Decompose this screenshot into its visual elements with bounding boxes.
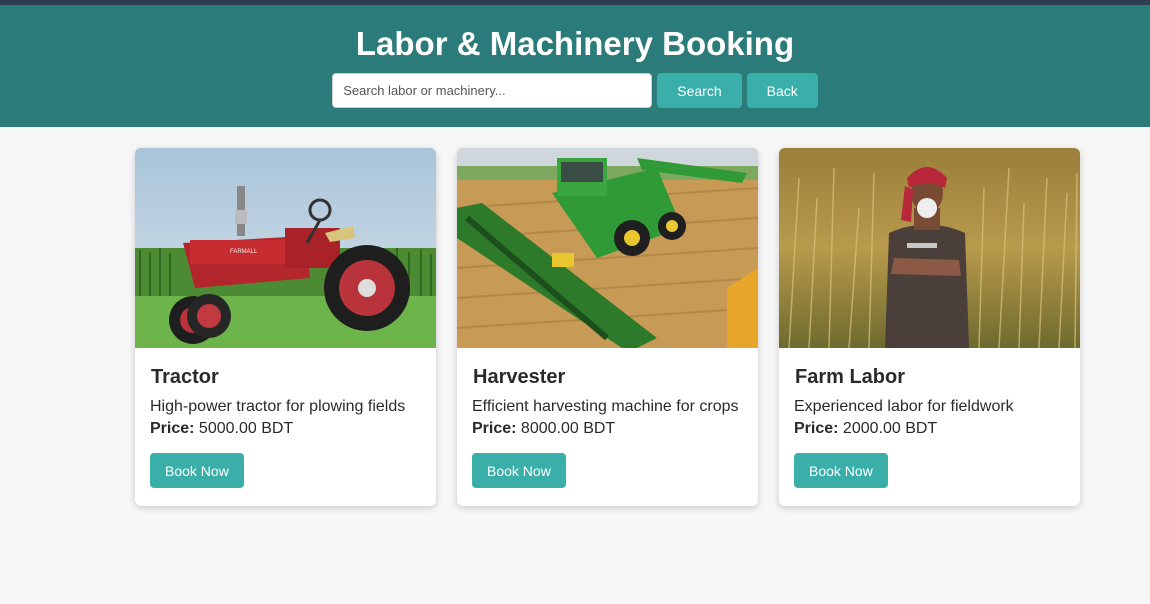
booking-cards: FARMALL Tractor High-power tractor for p… bbox=[0, 148, 1150, 506]
price-value: 8000.00 BDT bbox=[520, 420, 616, 437]
card-price: Price: 2000.00 BDT bbox=[794, 420, 1065, 438]
card-price: Price: 8000.00 BDT bbox=[472, 420, 743, 438]
search-button[interactable]: Search bbox=[657, 73, 742, 108]
harvester-photo bbox=[457, 148, 758, 348]
page-header: Labor & Machinery Booking Search Back bbox=[0, 5, 1150, 127]
card-title: Tractor bbox=[151, 366, 219, 388]
price-value: 5000.00 BDT bbox=[198, 420, 294, 437]
search-bar: Search Back bbox=[332, 73, 818, 108]
card-farm-labor: Farm Labor Experienced labor for fieldwo… bbox=[779, 148, 1080, 506]
card-harvester: Harvester Efficient harvesting machine f… bbox=[457, 148, 758, 506]
card-body: Tractor High-power tractor for plowing f… bbox=[135, 348, 436, 488]
page-title: Labor & Machinery Booking bbox=[355, 25, 795, 62]
card-tractor: FARMALL Tractor High-power tractor for p… bbox=[135, 148, 436, 506]
card-body: Harvester Efficient harvesting machine f… bbox=[457, 348, 758, 488]
price-label: Price: bbox=[472, 420, 517, 437]
card-title: Harvester bbox=[473, 366, 566, 388]
price-value: 2000.00 BDT bbox=[842, 420, 938, 437]
card-description: High-power tractor for plowing fields bbox=[150, 398, 406, 415]
book-now-button[interactable]: Book Now bbox=[150, 453, 244, 488]
card-description: Experienced labor for fieldwork bbox=[794, 398, 1014, 415]
card-body: Farm Labor Experienced labor for fieldwo… bbox=[779, 348, 1080, 488]
tractor-photo: FARMALL bbox=[135, 148, 436, 348]
price-label: Price: bbox=[794, 420, 839, 437]
book-now-button[interactable]: Book Now bbox=[472, 453, 566, 488]
farm-labor-photo bbox=[779, 148, 1080, 348]
search-input[interactable] bbox=[332, 73, 653, 108]
svg-text:FARMALL: FARMALL bbox=[230, 249, 258, 255]
back-button[interactable]: Back bbox=[746, 73, 818, 108]
card-price: Price: 5000.00 BDT bbox=[150, 420, 421, 438]
price-label: Price: bbox=[150, 420, 195, 437]
book-now-button[interactable]: Book Now bbox=[794, 453, 888, 488]
card-title: Farm Labor bbox=[795, 366, 906, 388]
card-description: Efficient harvesting machine for crops bbox=[472, 398, 739, 415]
